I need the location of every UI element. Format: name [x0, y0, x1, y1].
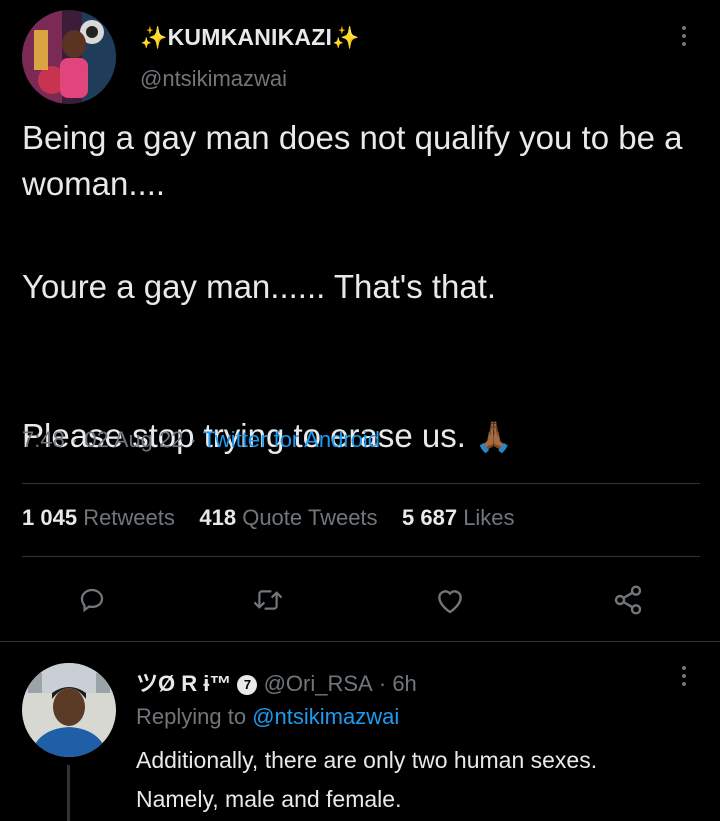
reply-author-handle[interactable]: @Ori_RSA	[264, 671, 373, 696]
tweet-stats: 1 045 Retweets 418 Quote Tweets 5 687 Li…	[22, 505, 515, 531]
badge-icon: 7	[237, 675, 258, 695]
retweets-stat[interactable]: 1 045 Retweets	[22, 505, 175, 530]
likes-count: 5 687	[402, 505, 458, 530]
like-button[interactable]	[430, 580, 470, 620]
quotes-label: Quote Tweets	[242, 505, 378, 530]
author-handle[interactable]: @ntsikimazwai	[140, 66, 287, 92]
reply-more-options-icon[interactable]	[681, 666, 687, 690]
tweet-text-line-1: Being a gay man does not qualify you to …	[22, 119, 683, 202]
tweet-time[interactable]: 7:48	[22, 427, 65, 452]
author-avatar-image	[22, 10, 116, 104]
thread-line	[67, 765, 70, 821]
tweet-text-line-2: Youre a gay man...... That's that.	[22, 268, 497, 305]
tweet-date[interactable]: 02 Aug 22	[84, 427, 183, 452]
retweets-count: 1 045	[22, 505, 78, 530]
reply-author-name[interactable]: ツØ R ɨ™	[136, 671, 231, 696]
reply-author-header: ツØ R ɨ™ 7 @Ori_RSA · 6h	[136, 666, 417, 698]
tweet-meta: 7:48 · 02 Aug 22 · Twitter for Android	[22, 427, 380, 453]
divider	[22, 556, 700, 557]
author-avatar[interactable]	[22, 10, 116, 104]
reply-author-avatar-image	[22, 663, 116, 757]
retweet-button[interactable]	[248, 580, 288, 620]
separator-dot: ·	[70, 427, 79, 452]
reply-text: Additionally, there are only two human s…	[136, 747, 598, 812]
divider	[0, 641, 720, 642]
reply-timestamp[interactable]: 6h	[392, 671, 416, 696]
like-icon	[438, 590, 462, 614]
quotes-stat[interactable]: 418 Quote Tweets	[199, 505, 377, 530]
tweet-source-link[interactable]: Twitter for Android	[203, 427, 380, 452]
author-name-text: KUMKANIKAZI	[167, 24, 333, 50]
likes-stat[interactable]: 5 687 Likes	[402, 505, 515, 530]
share-button[interactable]	[608, 580, 648, 620]
replying-to-handle[interactable]: @ntsikimazwai	[252, 704, 399, 729]
share-icon	[614, 585, 642, 615]
sparkle-icon: ✨	[332, 25, 360, 50]
replying-to-label: Replying to	[136, 704, 247, 729]
retweet-icon	[253, 590, 283, 610]
divider	[22, 483, 700, 484]
replying-to: Replying to @ntsikimazwai	[136, 704, 399, 730]
retweets-label: Retweets	[83, 505, 175, 530]
likes-label: Likes	[463, 505, 515, 530]
reply-button[interactable]	[72, 580, 112, 620]
praying-hands-emoji: 🙏🏾	[475, 421, 513, 454]
reply-icon	[80, 588, 104, 613]
reply-author-avatar[interactable]	[22, 663, 116, 757]
separator-dot: ·	[189, 427, 197, 452]
separator-dot: ·	[378, 671, 387, 696]
sparkle-icon: ✨	[140, 25, 168, 50]
more-options-icon[interactable]	[681, 26, 687, 50]
quotes-count: 418	[199, 505, 237, 530]
author-name[interactable]: ✨KUMKANIKAZI✨	[140, 24, 360, 51]
